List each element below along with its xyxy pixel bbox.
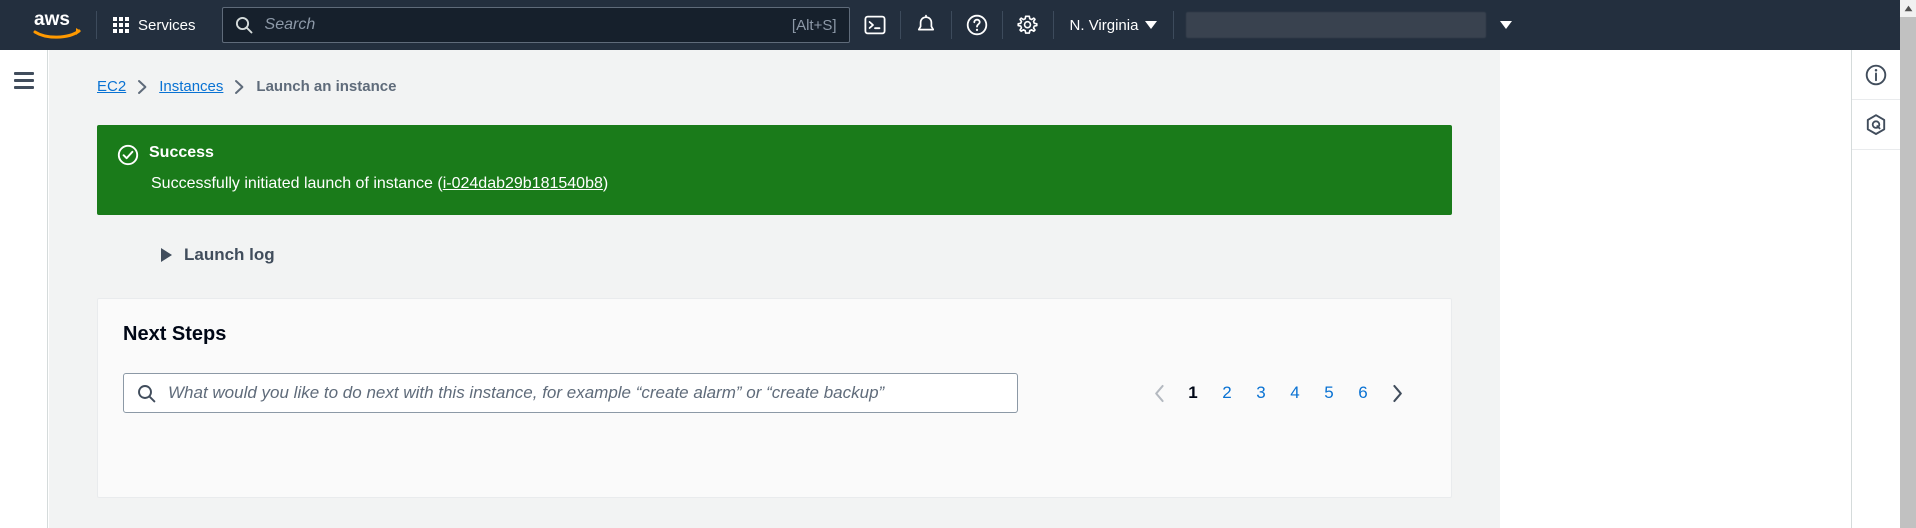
search-icon bbox=[235, 16, 252, 34]
pagination-page-6[interactable]: 6 bbox=[1346, 376, 1380, 410]
chevron-down-icon bbox=[1145, 21, 1158, 29]
success-banner-message-suffix: ) bbox=[602, 175, 609, 192]
next-steps-title: Next Steps bbox=[123, 323, 227, 345]
success-banner: Success Successfully initiated launch of… bbox=[97, 125, 1452, 215]
scrollbar-up-arrow[interactable] bbox=[1900, 0, 1916, 17]
pagination-next-button[interactable] bbox=[1380, 376, 1414, 410]
chevron-left-icon bbox=[1154, 384, 1164, 402]
amazon-q-button[interactable] bbox=[1852, 100, 1900, 150]
main-content: EC2 Instances Launch an instance Success… bbox=[49, 50, 1500, 528]
pagination-page-5[interactable]: 5 bbox=[1312, 376, 1346, 410]
pagination-page-2[interactable]: 2 bbox=[1210, 376, 1244, 410]
help-button[interactable] bbox=[952, 0, 1002, 50]
breadcrumb: EC2 Instances Launch an instance bbox=[49, 50, 1500, 95]
breadcrumb-separator-icon bbox=[234, 79, 245, 95]
menu-hamburger-icon[interactable] bbox=[13, 72, 34, 89]
global-search-shortcut: [Alt+S] bbox=[791, 16, 837, 34]
global-search-placeholder: Search bbox=[264, 16, 316, 33]
breadcrumb-item-current: Launch an instance bbox=[256, 78, 397, 95]
notifications-button[interactable] bbox=[901, 0, 951, 50]
cloudshell-icon bbox=[864, 15, 886, 35]
launch-log-label: Launch log bbox=[184, 245, 275, 264]
next-steps-search-placeholder: What would you like to do next with this… bbox=[168, 383, 885, 402]
grid-apps-icon bbox=[113, 17, 129, 33]
settings-gear-icon bbox=[1017, 14, 1038, 34]
launch-log-toggle[interactable]: Launch log bbox=[161, 245, 1500, 265]
right-navigation-rail bbox=[1851, 50, 1900, 528]
pagination-page-3[interactable]: 3 bbox=[1244, 376, 1278, 410]
left-navigation-rail bbox=[0, 50, 48, 528]
pagination-page-1[interactable]: 1 bbox=[1176, 376, 1210, 410]
notifications-bell-icon bbox=[917, 14, 934, 31]
settings-button[interactable] bbox=[1003, 0, 1053, 50]
info-panel-button[interactable] bbox=[1852, 50, 1900, 100]
success-banner-message: Successfully initiated launch of instanc… bbox=[151, 173, 1432, 195]
triangle-up-icon bbox=[1904, 5, 1912, 12]
global-search-input[interactable]: Search [Alt+S] bbox=[221, 7, 850, 43]
account-name-redacted[interactable] bbox=[1186, 12, 1487, 38]
account-menu[interactable] bbox=[1174, 12, 1513, 38]
help-question-icon bbox=[966, 14, 987, 36]
scrollbar-thumb[interactable] bbox=[1900, 17, 1916, 528]
svg-text:aws: aws bbox=[34, 9, 70, 30]
breadcrumb-item-ec2[interactable]: EC2 bbox=[97, 78, 126, 95]
amazon-q-icon bbox=[1866, 113, 1886, 135]
success-banner-message-prefix: Successfully initiated launch of instanc… bbox=[151, 175, 443, 192]
instance-id-link[interactable]: i-024dab29b181540b8 bbox=[443, 175, 603, 192]
pagination-prev-button[interactable] bbox=[1142, 376, 1176, 410]
services-menu-button[interactable]: Services bbox=[97, 0, 212, 50]
chevron-right-icon bbox=[1392, 384, 1402, 402]
region-selector[interactable]: N. Virginia bbox=[1054, 0, 1174, 50]
breadcrumb-item-instances[interactable]: Instances bbox=[159, 78, 223, 95]
region-label: N. Virginia bbox=[1069, 16, 1139, 34]
search-icon bbox=[138, 384, 156, 402]
aws-logo[interactable]: aws bbox=[20, 8, 96, 42]
page-scrollbar[interactable] bbox=[1900, 0, 1916, 528]
next-steps-search-input[interactable]: What would you like to do next with this… bbox=[123, 373, 1018, 413]
success-banner-title: Success bbox=[149, 144, 214, 161]
pagination-page-4[interactable]: 4 bbox=[1278, 376, 1312, 410]
chevron-down-icon bbox=[1500, 21, 1513, 29]
chevron-right-icon bbox=[161, 248, 172, 262]
cloudshell-button[interactable] bbox=[850, 0, 900, 50]
top-navigation-bar: aws Services Search [Alt+S] N. Virginia bbox=[0, 0, 1900, 50]
services-label: Services bbox=[138, 16, 196, 34]
info-icon bbox=[1865, 64, 1887, 85]
success-check-icon bbox=[117, 144, 139, 166]
next-steps-pagination: 1 2 3 4 5 6 bbox=[1142, 376, 1414, 410]
next-steps-card: Next Steps What would you like to do nex… bbox=[97, 298, 1452, 498]
breadcrumb-separator-icon bbox=[137, 79, 148, 95]
